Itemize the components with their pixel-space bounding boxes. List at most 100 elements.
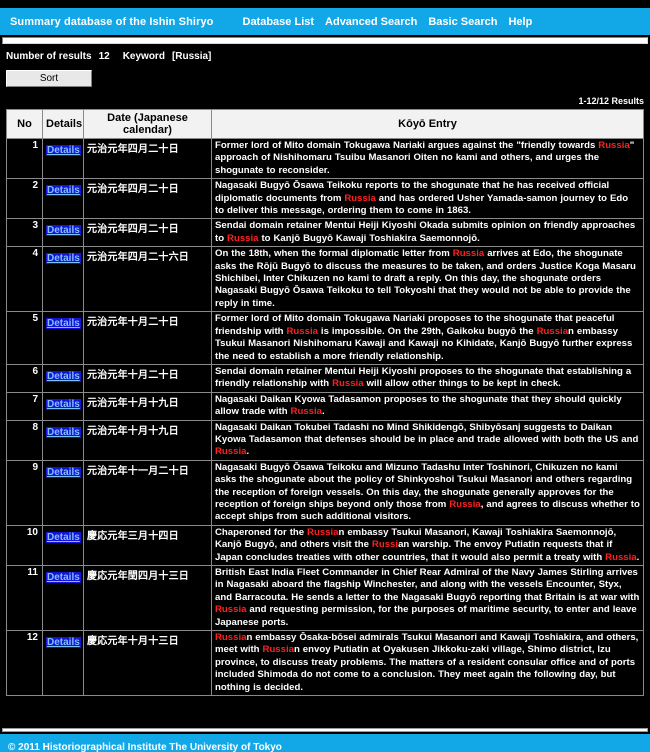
pagination-range: 1-12/12 Results — [578, 96, 644, 106]
details-cell: Details — [42, 178, 84, 220]
details-link[interactable]: Details — [46, 253, 81, 265]
sort-controls: Sort — [0, 62, 650, 87]
entry-date: 元治元年十月十九日 — [83, 391, 212, 421]
row-number: 2 — [6, 178, 43, 220]
entry-date: 元治元年四月二十六日 — [83, 246, 212, 313]
details-cell: Details — [42, 363, 84, 393]
entry-text-segment: and requesting permission, for the purpo… — [215, 604, 637, 628]
details-cell: Details — [42, 419, 84, 461]
details-link[interactable]: Details — [46, 225, 81, 237]
highlighted-term: Russia — [452, 248, 485, 260]
details-cell: Details — [42, 311, 84, 365]
table-row: 1 Details 元治元年四月二十日 Former lord of Mito dom… — [6, 137, 644, 180]
table-row: 7 Details 元治元年十月十九日 Nagasaki Daikan Kyowa T… — [6, 391, 644, 421]
results-count-label: Number of results — [6, 51, 92, 62]
details-cell: Details — [42, 524, 84, 567]
row-number: 9 — [6, 459, 43, 526]
entry-text-segment: On the 18th, when the formal diplomatic … — [215, 248, 453, 260]
table-row: 4 Details 元治元年四月二十六日 On the 18th, when the … — [6, 246, 644, 313]
row-number: 7 — [6, 391, 43, 421]
column-header-entry: Kōyō Entry — [211, 109, 644, 139]
column-header-details: Details — [42, 109, 84, 139]
nav-link-advanced-search[interactable]: Advanced Search — [325, 16, 417, 28]
highlighted-term: Russia — [262, 644, 294, 656]
details-link[interactable]: Details — [46, 531, 81, 543]
entry-date: 慶応元年閏四月十三日 — [83, 564, 212, 632]
highlighted-term: Russia — [290, 406, 322, 418]
details-cell: Details — [42, 218, 84, 248]
row-number: 11 — [6, 564, 43, 632]
entry-text-segment: Chaperoned for the — [215, 526, 308, 538]
footer-bar: © 2011 Historiographical Institute The U… — [0, 734, 650, 752]
details-cell: Details — [42, 246, 84, 313]
highlighted-term: Russia — [536, 325, 569, 337]
highlighted-term: Russia — [344, 192, 376, 204]
table-row: 11 Details 慶応元年閏四月十三日 British East India Fl… — [6, 564, 644, 632]
details-link[interactable]: Details — [46, 398, 81, 410]
entry-text-segment: . — [246, 446, 250, 458]
koyo-entry-text: British East India Fleet Commander in Ch… — [211, 564, 644, 632]
sort-button[interactable]: Sort — [6, 70, 92, 87]
column-header-no: No — [6, 109, 43, 139]
entry-text-segment: is impossible. On the 29th, Gaikoku bugy… — [317, 325, 537, 337]
results-table: No Details Date (Japanese calendar) Kōyō… — [6, 109, 644, 697]
footer-divider — [2, 728, 648, 732]
entry-text-segment: . — [636, 551, 640, 563]
entry-text-segment: British East India Fleet Commander in Ch… — [215, 567, 640, 603]
koyo-entry-text: Former lord of Mito domain Tokugawa Nari… — [211, 311, 644, 365]
results-count-value: 12 — [98, 51, 110, 62]
entry-date: 元治元年十一月二十日 — [83, 459, 212, 526]
page-root: Summary database of the Ishin Shiryo Dat… — [0, 8, 650, 752]
koyo-entry-text: Nagasaki Daikan Tokubei Tadashi no Mind … — [211, 419, 644, 461]
table-row: 8 Details 元治元年十月十九日 Nagasaki Daikan Tokubei… — [6, 419, 644, 461]
entry-text-segment: to Kanjō Bugyō Kawaji Toshiakira Saemonn… — [258, 232, 480, 244]
keyword-label: Keyword — [122, 51, 165, 62]
nav-divider — [2, 37, 648, 44]
row-number: 6 — [6, 363, 43, 393]
top-navigation-bar: Summary database of the Ishin Shiryo Dat… — [0, 8, 650, 35]
highlighted-term: Russia — [286, 325, 318, 337]
details-cell: Details — [42, 564, 84, 632]
details-link[interactable]: Details — [46, 145, 81, 156]
details-cell: Details — [42, 391, 84, 421]
nav-link-database-list[interactable]: Database List — [243, 16, 315, 28]
row-number: 1 — [6, 137, 43, 180]
entry-date: 元治元年四月二十日 — [83, 218, 212, 248]
row-number: 3 — [6, 218, 43, 248]
table-row: 12 Details 慶応元年十月十三日 Russian embassy Ōsaka-… — [6, 630, 644, 697]
details-cell: Details — [42, 630, 84, 697]
details-link[interactable]: Details — [46, 572, 81, 583]
details-link[interactable]: Details — [46, 466, 81, 478]
entry-date: 元治元年十月十九日 — [83, 419, 212, 461]
details-link[interactable]: Details — [46, 370, 81, 382]
highlighted-term: Russia — [227, 232, 259, 244]
highlighted-term: Russia — [215, 604, 247, 616]
highlighted-term: Russia — [215, 446, 247, 458]
entry-text-segment: . — [322, 406, 325, 418]
koyo-entry-text: Russian embassy Ōsaka-bōsei admirals Tsu… — [211, 630, 644, 697]
entry-date: 元治元年四月二十日 — [83, 178, 212, 220]
entry-text-segment: will allow other things to be kept in ch… — [363, 378, 561, 390]
nav-link-help[interactable]: Help — [508, 16, 532, 28]
highlighted-term: Russia — [307, 526, 339, 538]
nav-links: Database List Advanced Search Basic Sear… — [243, 16, 533, 28]
table-row: 5 Details 元治元年十月二十日 Former lord of Mito dom… — [6, 311, 644, 365]
entry-date: 元治元年十月二十日 — [83, 363, 212, 393]
site-brand-title: Summary database of the Ishin Shiryo — [10, 15, 214, 28]
row-number: 12 — [6, 630, 43, 697]
results-table-head: No Details Date (Japanese calendar) Kōyō… — [6, 109, 644, 139]
details-link[interactable]: Details — [46, 318, 81, 330]
entry-text-segment: Former lord of Mito domain Tokugawa Nari… — [215, 140, 599, 151]
entry-text-segment: Nagasaki Daikan Kyowa Tadasamon proposes… — [215, 393, 622, 418]
result-summary: Number of results 12 Keyword [Russia] — [0, 44, 650, 62]
highlighted-term: Russia — [215, 632, 247, 644]
details-cell: Details — [42, 137, 84, 180]
nav-link-basic-search[interactable]: Basic Search — [428, 16, 497, 28]
entry-date: 慶応元年十月十三日 — [83, 630, 212, 697]
table-header-row: No Details Date (Japanese calendar) Kōyō… — [6, 109, 644, 139]
entry-date: 慶応元年三月十四日 — [83, 524, 212, 567]
column-header-date: Date (Japanese calendar) — [83, 109, 212, 139]
details-link[interactable]: Details — [46, 185, 81, 197]
details-link[interactable]: Details — [46, 426, 81, 438]
details-link[interactable]: Details — [46, 637, 81, 649]
